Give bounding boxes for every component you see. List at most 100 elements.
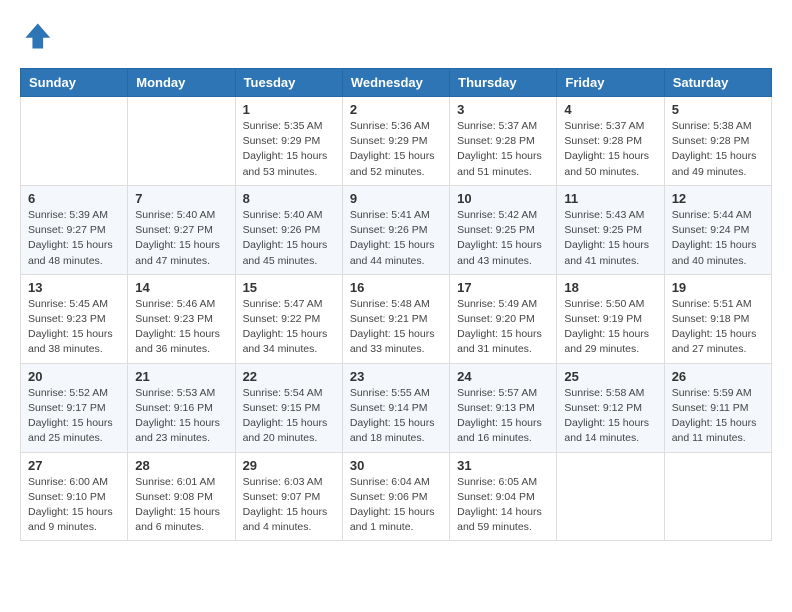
calendar-cell: 11 Sunrise: 5:43 AMSunset: 9:25 PMDayligh… [557,185,664,274]
day-detail: Sunrise: 5:53 AMSunset: 9:16 PMDaylight:… [135,386,227,447]
calendar-cell: 17 Sunrise: 5:49 AMSunset: 9:20 PMDayligh… [450,274,557,363]
calendar-cell: 12 Sunrise: 5:44 AMSunset: 9:24 PMDayligh… [664,185,771,274]
calendar-cell [664,452,771,541]
calendar-cell: 23 Sunrise: 5:55 AMSunset: 9:14 PMDayligh… [342,363,449,452]
calendar-week-row: 1 Sunrise: 5:35 AMSunset: 9:29 PMDaylight… [21,97,772,186]
calendar-cell: 9 Sunrise: 5:41 AMSunset: 9:26 PMDaylight… [342,185,449,274]
day-number: 24 [457,369,549,384]
day-number: 16 [350,280,442,295]
day-detail: Sunrise: 5:37 AMSunset: 9:28 PMDaylight:… [457,119,549,180]
day-detail: Sunrise: 5:54 AMSunset: 9:15 PMDaylight:… [243,386,335,447]
day-number: 27 [28,458,120,473]
logo-icon [20,20,52,52]
calendar-cell: 31Sunrise: 6:05 AMSunset: 9:04 PMDayligh… [450,452,557,541]
day-number: 2 [350,102,442,117]
calendar-cell: 3 Sunrise: 5:37 AMSunset: 9:28 PMDaylight… [450,97,557,186]
day-detail: Sunrise: 5:51 AMSunset: 9:18 PMDaylight:… [672,297,764,358]
calendar-cell: 7 Sunrise: 5:40 AMSunset: 9:27 PMDaylight… [128,185,235,274]
page-header [20,20,772,52]
day-number: 4 [564,102,656,117]
calendar-cell: 25 Sunrise: 5:58 AMSunset: 9:12 PMDayligh… [557,363,664,452]
day-detail: Sunrise: 5:55 AMSunset: 9:14 PMDaylight:… [350,386,442,447]
day-detail: Sunrise: 5:57 AMSunset: 9:13 PMDaylight:… [457,386,549,447]
logo [20,20,56,52]
day-detail: Sunrise: 5:50 AMSunset: 9:19 PMDaylight:… [564,297,656,358]
day-detail: Sunrise: 5:37 AMSunset: 9:28 PMDaylight:… [564,119,656,180]
calendar-cell [128,97,235,186]
day-number: 23 [350,369,442,384]
day-number: 1 [243,102,335,117]
day-number: 17 [457,280,549,295]
calendar-cell: 4 Sunrise: 5:37 AMSunset: 9:28 PMDaylight… [557,97,664,186]
calendar-header-saturday: Saturday [664,69,771,97]
day-detail: Sunrise: 6:04 AMSunset: 9:06 PMDaylight:… [350,475,442,536]
day-number: 18 [564,280,656,295]
calendar-cell: 18 Sunrise: 5:50 AMSunset: 9:19 PMDayligh… [557,274,664,363]
day-number: 28 [135,458,227,473]
calendar-cell: 13 Sunrise: 5:45 AMSunset: 9:23 PMDayligh… [21,274,128,363]
calendar-cell [557,452,664,541]
calendar-cell: 20Sunrise: 5:52 AMSunset: 9:17 PMDayligh… [21,363,128,452]
calendar-cell: 2 Sunrise: 5:36 AMSunset: 9:29 PMDaylight… [342,97,449,186]
day-number: 11 [564,191,656,206]
day-detail: Sunrise: 5:40 AMSunset: 9:27 PMDaylight:… [135,208,227,269]
calendar-cell: 24 Sunrise: 5:57 AMSunset: 9:13 PMDayligh… [450,363,557,452]
calendar-week-row: 20Sunrise: 5:52 AMSunset: 9:17 PMDayligh… [21,363,772,452]
day-detail: Sunrise: 5:48 AMSunset: 9:21 PMDaylight:… [350,297,442,358]
day-number: 6 [28,191,120,206]
day-detail: Sunrise: 5:36 AMSunset: 9:29 PMDaylight:… [350,119,442,180]
day-detail: Sunrise: 5:58 AMSunset: 9:12 PMDaylight:… [564,386,656,447]
day-number: 22 [243,369,335,384]
day-number: 12 [672,191,764,206]
day-detail: Sunrise: 5:49 AMSunset: 9:20 PMDaylight:… [457,297,549,358]
calendar-cell: 21 Sunrise: 5:53 AMSunset: 9:16 PMDayligh… [128,363,235,452]
calendar-cell: 5Sunrise: 5:38 AMSunset: 9:28 PMDaylight… [664,97,771,186]
day-detail: Sunrise: 5:35 AMSunset: 9:29 PMDaylight:… [243,119,335,180]
day-detail: Sunrise: 5:43 AMSunset: 9:25 PMDaylight:… [564,208,656,269]
day-detail: Sunrise: 5:39 AMSunset: 9:27 PMDaylight:… [28,208,120,269]
calendar-cell: 1 Sunrise: 5:35 AMSunset: 9:29 PMDaylight… [235,97,342,186]
calendar-cell: 26Sunrise: 5:59 AMSunset: 9:11 PMDayligh… [664,363,771,452]
calendar-cell: 22 Sunrise: 5:54 AMSunset: 9:15 PMDayligh… [235,363,342,452]
day-number: 30 [350,458,442,473]
calendar-cell: 10Sunrise: 5:42 AMSunset: 9:25 PMDayligh… [450,185,557,274]
day-number: 26 [672,369,764,384]
calendar-cell: 30 Sunrise: 6:04 AMSunset: 9:06 PMDayligh… [342,452,449,541]
day-number: 7 [135,191,227,206]
day-detail: Sunrise: 5:46 AMSunset: 9:23 PMDaylight:… [135,297,227,358]
calendar-cell: 16 Sunrise: 5:48 AMSunset: 9:21 PMDayligh… [342,274,449,363]
day-detail: Sunrise: 5:44 AMSunset: 9:24 PMDaylight:… [672,208,764,269]
calendar-cell: 6 Sunrise: 5:39 AMSunset: 9:27 PMDaylight… [21,185,128,274]
day-detail: Sunrise: 5:40 AMSunset: 9:26 PMDaylight:… [243,208,335,269]
calendar-header-monday: Monday [128,69,235,97]
day-number: 21 [135,369,227,384]
day-number: 29 [243,458,335,473]
day-number: 19 [672,280,764,295]
day-detail: Sunrise: 5:41 AMSunset: 9:26 PMDaylight:… [350,208,442,269]
calendar-cell: 29Sunrise: 6:03 AMSunset: 9:07 PMDayligh… [235,452,342,541]
day-number: 9 [350,191,442,206]
day-number: 13 [28,280,120,295]
day-number: 5 [672,102,764,117]
day-number: 15 [243,280,335,295]
day-number: 25 [564,369,656,384]
day-detail: Sunrise: 6:00 AMSunset: 9:10 PMDaylight:… [28,475,120,536]
calendar-week-row: 6 Sunrise: 5:39 AMSunset: 9:27 PMDaylight… [21,185,772,274]
calendar-week-row: 27 Sunrise: 6:00 AMSunset: 9:10 PMDayligh… [21,452,772,541]
calendar-week-row: 13 Sunrise: 5:45 AMSunset: 9:23 PMDayligh… [21,274,772,363]
day-detail: Sunrise: 5:47 AMSunset: 9:22 PMDaylight:… [243,297,335,358]
day-number: 14 [135,280,227,295]
calendar-cell: 14 Sunrise: 5:46 AMSunset: 9:23 PMDayligh… [128,274,235,363]
day-number: 10 [457,191,549,206]
calendar-cell [21,97,128,186]
calendar-cell: 28Sunrise: 6:01 AMSunset: 9:08 PMDayligh… [128,452,235,541]
day-detail: Sunrise: 5:45 AMSunset: 9:23 PMDaylight:… [28,297,120,358]
calendar-table: SundayMondayTuesdayWednesdayThursdayFrid… [20,68,772,541]
day-number: 8 [243,191,335,206]
calendar-header-tuesday: Tuesday [235,69,342,97]
day-detail: Sunrise: 5:52 AMSunset: 9:17 PMDaylight:… [28,386,120,447]
calendar-header-wednesday: Wednesday [342,69,449,97]
calendar-header-thursday: Thursday [450,69,557,97]
day-number: 3 [457,102,549,117]
calendar-header-friday: Friday [557,69,664,97]
